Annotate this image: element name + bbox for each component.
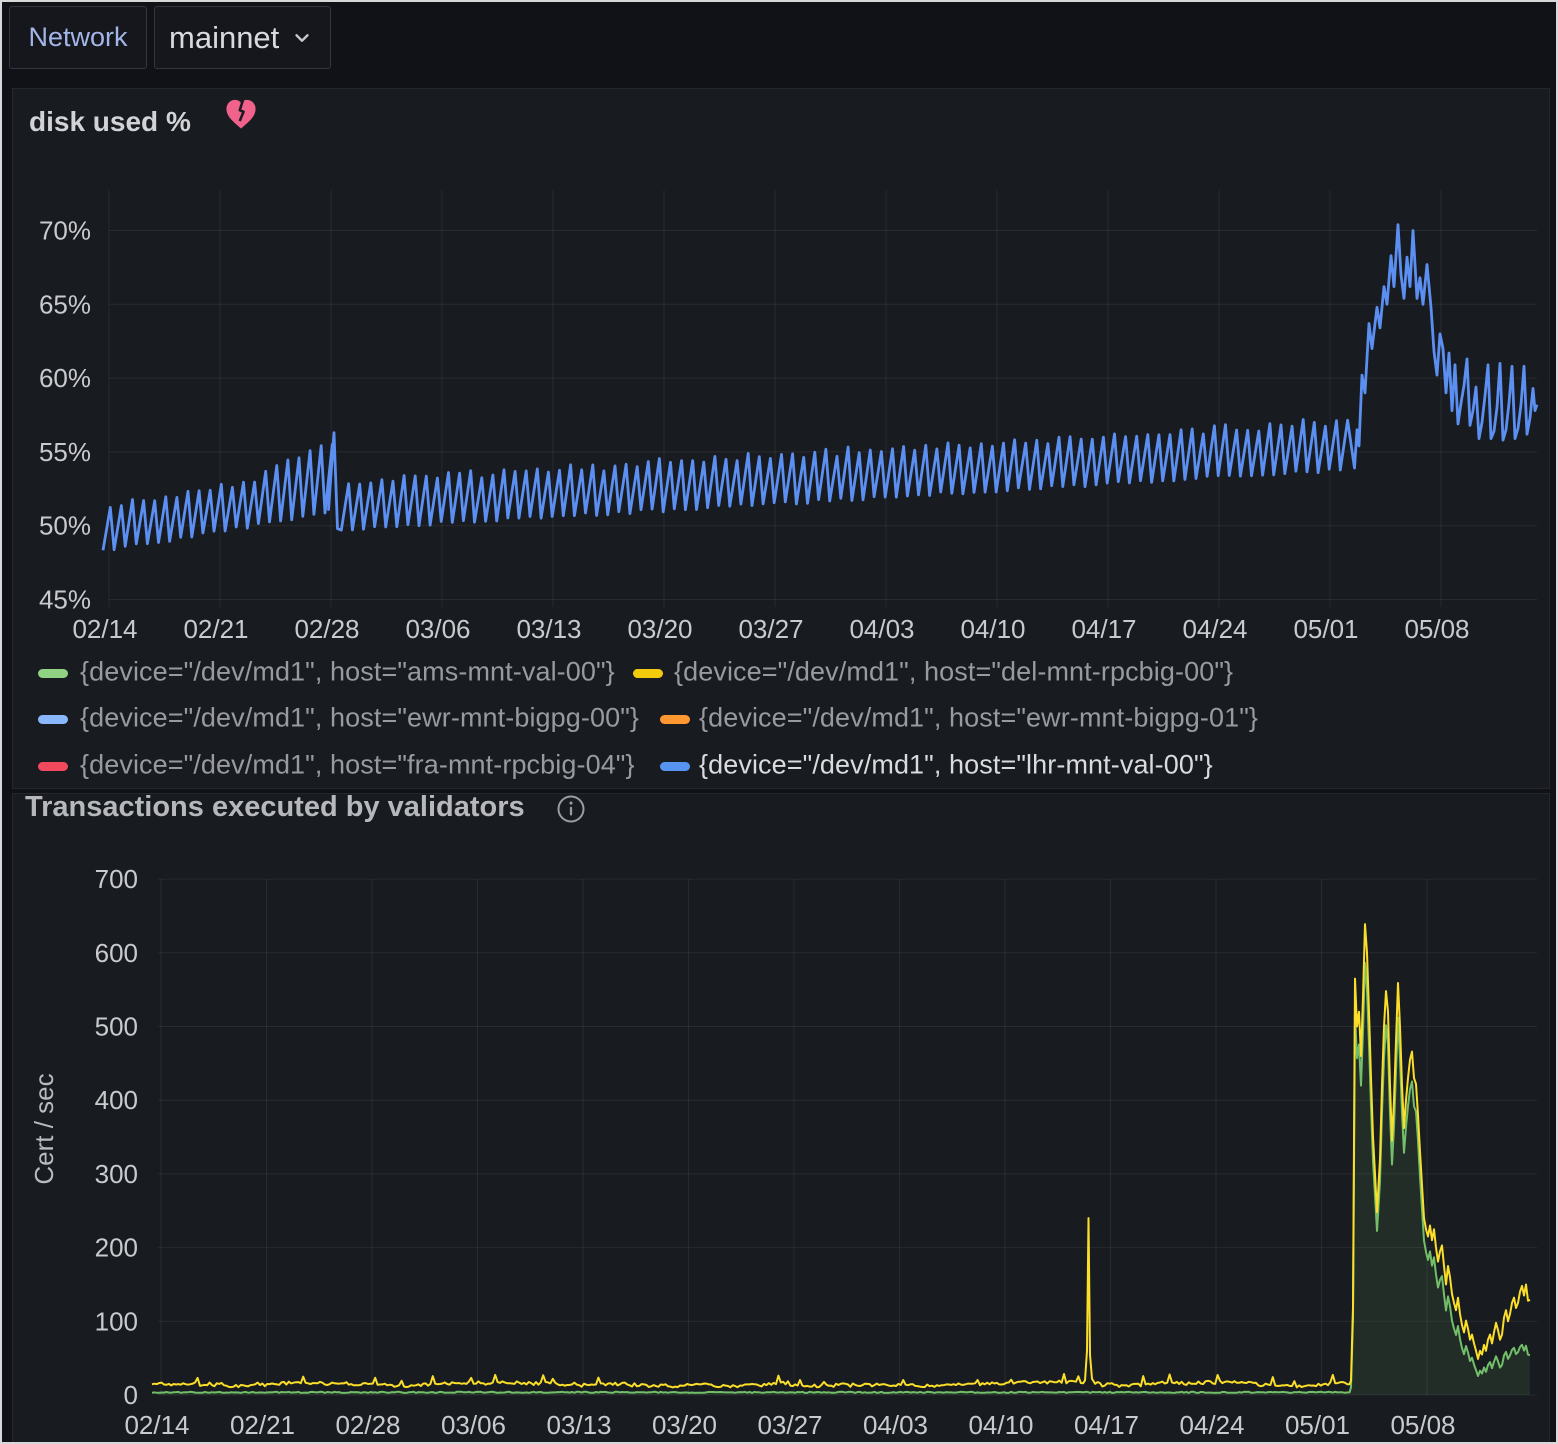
svg-text:500: 500 (95, 1012, 138, 1042)
svg-text:05/08: 05/08 (1404, 614, 1469, 644)
svg-text:400: 400 (95, 1085, 138, 1115)
svg-text:02/28: 02/28 (335, 1410, 400, 1440)
svg-text:02/14: 02/14 (72, 614, 137, 644)
svg-text:03/20: 03/20 (652, 1410, 717, 1440)
svg-text:03/06: 03/06 (441, 1410, 506, 1440)
svg-text:600: 600 (95, 938, 138, 968)
svg-text:04/10: 04/10 (960, 614, 1025, 644)
svg-text:50%: 50% (39, 511, 91, 541)
svg-text:03/27: 03/27 (757, 1410, 822, 1440)
svg-text:300: 300 (95, 1159, 138, 1189)
svg-text:100: 100 (95, 1306, 138, 1336)
svg-text:65%: 65% (39, 289, 91, 319)
svg-text:02/21: 02/21 (183, 614, 248, 644)
svg-text:04/03: 04/03 (863, 1410, 928, 1440)
svg-text:02/28: 02/28 (294, 614, 359, 644)
svg-text:05/01: 05/01 (1285, 1410, 1350, 1440)
svg-text:04/17: 04/17 (1071, 614, 1136, 644)
svg-text:02/21: 02/21 (230, 1410, 295, 1440)
svg-text:03/13: 03/13 (516, 614, 581, 644)
svg-text:0: 0 (124, 1380, 138, 1410)
svg-text:45%: 45% (39, 585, 91, 615)
svg-text:05/08: 05/08 (1390, 1410, 1455, 1440)
svg-text:200: 200 (95, 1233, 138, 1263)
svg-text:05/01: 05/01 (1293, 614, 1358, 644)
svg-text:04/10: 04/10 (968, 1410, 1033, 1440)
svg-text:03/06: 03/06 (405, 614, 470, 644)
svg-text:04/03: 04/03 (849, 614, 914, 644)
svg-text:04/17: 04/17 (1074, 1410, 1139, 1440)
svg-text:70%: 70% (39, 216, 91, 246)
svg-text:02/14: 02/14 (124, 1410, 189, 1440)
svg-text:700: 700 (95, 864, 138, 894)
svg-text:03/13: 03/13 (546, 1410, 611, 1440)
svg-text:03/20: 03/20 (627, 614, 692, 644)
svg-text:55%: 55% (39, 437, 91, 467)
svg-text:03/27: 03/27 (738, 614, 803, 644)
svg-text:60%: 60% (39, 363, 91, 393)
svg-text:04/24: 04/24 (1179, 1410, 1244, 1440)
svg-text:04/24: 04/24 (1182, 614, 1247, 644)
